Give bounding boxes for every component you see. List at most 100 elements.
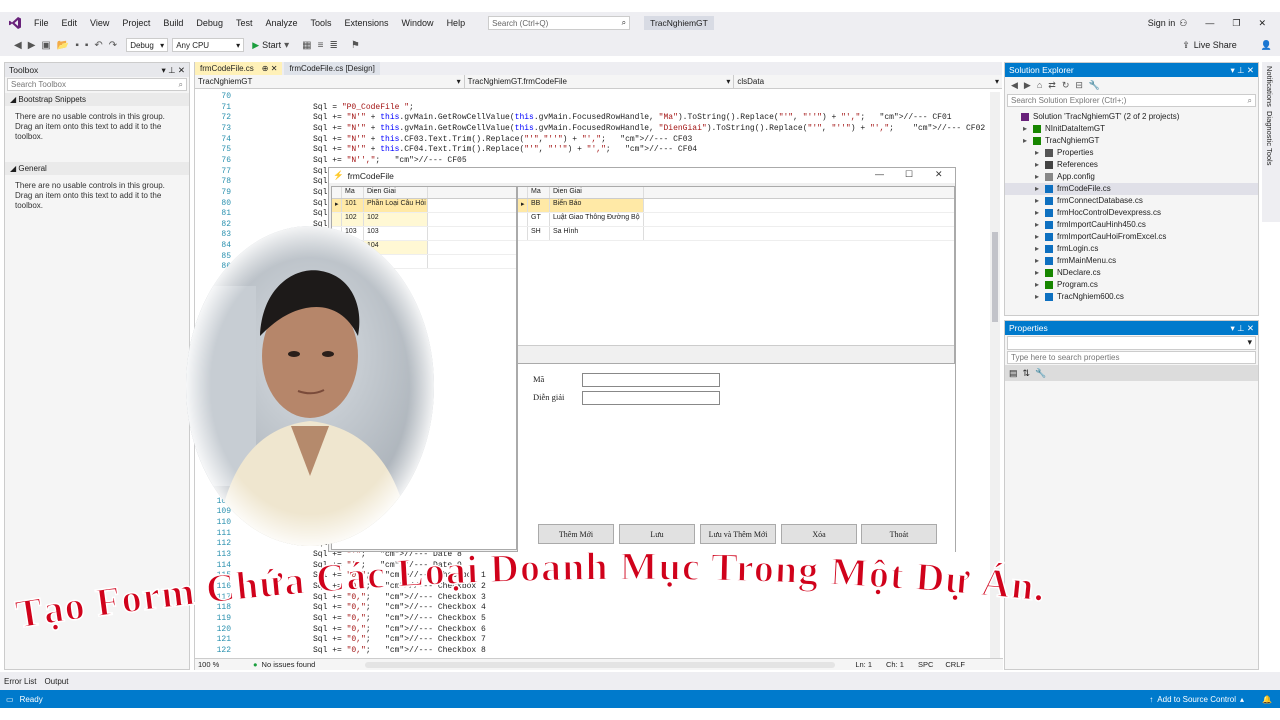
solution-item[interactable]: ▸ Properties	[1005, 147, 1258, 159]
column-header[interactable]: Dien Giai	[364, 187, 428, 198]
menu-item[interactable]: Build	[163, 18, 183, 28]
horizontal-scrollbar[interactable]	[365, 661, 836, 668]
menu-item[interactable]: Test	[236, 18, 253, 28]
menu-item[interactable]: Tools	[311, 18, 332, 28]
notification-bell-icon[interactable]: 🔔	[1262, 695, 1272, 704]
nav-class-select[interactable]: TracNghiemGT.frmCodeFile ▾	[465, 75, 735, 88]
table-row[interactable]: GT Luật Giao Thông Đường Bộ	[518, 213, 954, 227]
feedback-icon[interactable]: 👤	[1261, 40, 1272, 51]
menu-item[interactable]: Window	[402, 18, 434, 28]
new-project-icon[interactable]: ▣	[41, 40, 50, 51]
refresh-icon[interactable]: ↻	[1062, 80, 1070, 91]
expand-arrow-icon[interactable]: ▸	[1035, 231, 1045, 243]
switch-views-icon[interactable]: ⇄	[1048, 80, 1056, 91]
forward-icon[interactable]: ▶	[28, 40, 36, 51]
table-row[interactable]: ▸ BB Biển Báo	[518, 199, 954, 213]
align-center-icon[interactable]: ≣	[329, 40, 337, 51]
vertical-scrollbar[interactable]	[990, 92, 1000, 658]
solution-item[interactable]: ▸ frmLogin.cs	[1005, 243, 1258, 255]
solution-item[interactable]: ▸ frmImportCauHoiFromExcel.cs	[1005, 231, 1258, 243]
back-icon[interactable]: ◀	[14, 40, 22, 51]
table-row[interactable]: 102 102	[332, 213, 516, 227]
alphabetical-icon[interactable]: ⇅	[1023, 368, 1031, 379]
expand-arrow-icon[interactable]: ▸	[1035, 267, 1045, 279]
forward-icon[interactable]: ▶	[1024, 80, 1031, 91]
source-control-icon[interactable]: ↑	[1149, 695, 1153, 704]
expand-arrow-icon[interactable]: ▸	[1035, 195, 1045, 207]
home-icon[interactable]: ⌂	[1037, 80, 1042, 90]
toolbox-search[interactable]: Search Toolbox ⌕	[7, 78, 187, 91]
save-all-icon[interactable]: ▪	[85, 40, 89, 51]
solution-item[interactable]: ▸ frmConnectDatabase.cs	[1005, 195, 1258, 207]
tab-frmcodefile-design[interactable]: frmCodeFile.cs [Design]	[284, 62, 380, 75]
toolbox-group-bootstrap[interactable]: ◢ Bootstrap Snippets	[5, 93, 189, 106]
table-row[interactable]: ▸ 101 Phần Loại Câu Hỏi	[332, 199, 516, 213]
delete-button[interactable]: Xóa	[781, 524, 857, 544]
notifications-tab[interactable]: Notifications	[1265, 66, 1274, 107]
column-header[interactable]: Ma	[342, 187, 364, 198]
screenshot-icon[interactable]: ▦	[302, 40, 311, 51]
solution-item[interactable]: ▸ NInitDataItemGT	[1005, 123, 1258, 135]
save-and-add-button[interactable]: Lưu và Thêm Mới	[700, 524, 776, 544]
signin-link[interactable]: Sign in	[1148, 18, 1176, 28]
collapse-icon[interactable]: ⊟	[1075, 80, 1083, 91]
back-icon[interactable]: ◀	[1011, 80, 1018, 91]
pin-icon[interactable]: ⊕ ✕	[262, 64, 278, 73]
solution-item[interactable]: ▸ TracNghiem600.cs	[1005, 291, 1258, 303]
minimize-icon[interactable]: —	[1205, 18, 1214, 28]
config-select[interactable]: Debug ▾	[126, 38, 169, 52]
panel-controls-icon[interactable]: ▾ ⊥ ✕	[1230, 65, 1254, 76]
properties-search[interactable]: Type here to search properties	[1007, 351, 1256, 364]
expand-arrow-icon[interactable]: ▸	[1035, 291, 1045, 303]
issues-label[interactable]: No issues found	[262, 660, 316, 669]
menu-item[interactable]: Project	[122, 18, 150, 28]
save-icon[interactable]: ▪	[75, 40, 79, 51]
expand-arrow-icon[interactable]: ▸	[1023, 123, 1033, 135]
toolbox-group-general[interactable]: ◢ General	[5, 162, 189, 175]
expand-arrow-icon[interactable]: ▸	[1023, 135, 1033, 147]
nav-project-select[interactable]: TracNghiemGT ▾	[195, 75, 465, 88]
solution-item[interactable]: ▸ frmHocControlDevexpress.cs	[1005, 207, 1258, 219]
column-header[interactable]: Ma	[528, 187, 550, 198]
scrollbar-thumb[interactable]	[992, 232, 998, 322]
close-icon[interactable]: ✕	[935, 169, 943, 180]
solution-item[interactable]: ▸ App.config	[1005, 171, 1258, 183]
table-row[interactable]: SH Sa Hình	[518, 227, 954, 241]
object-select[interactable]: ▾	[1007, 336, 1256, 350]
expand-arrow-icon[interactable]: ▸	[1035, 171, 1045, 183]
open-icon[interactable]: 📂	[57, 40, 69, 51]
exit-button[interactable]: Thoát	[861, 524, 937, 544]
expand-arrow-icon[interactable]: ▸	[1035, 279, 1045, 291]
solution-item[interactable]: ▸ References	[1005, 159, 1258, 171]
solution-item[interactable]: Solution 'TracNghiemGT' (2 of 2 projects…	[1005, 111, 1258, 123]
zoom-select[interactable]: 100 %	[195, 660, 235, 669]
diengiai-input[interactable]	[582, 391, 720, 405]
expand-arrow-icon[interactable]: ▸	[1035, 147, 1045, 159]
right-grid[interactable]: Ma Dien Giai ▸ BB Biển Báo GT Luật Giao Thông…	[517, 186, 955, 364]
save-button[interactable]: Lưu	[619, 524, 695, 544]
start-button[interactable]: Start	[262, 40, 281, 50]
expand-arrow-icon[interactable]: ▸	[1035, 243, 1045, 255]
menu-item[interactable]: View	[90, 18, 109, 28]
nav-member-select[interactable]: clsData ▾	[734, 75, 1002, 88]
solution-item[interactable]: ▸ NDeclare.cs	[1005, 267, 1258, 279]
categorized-icon[interactable]: ▤	[1009, 368, 1018, 379]
expand-arrow-icon[interactable]: ▸	[1035, 255, 1045, 267]
undo-icon[interactable]: ↶	[94, 40, 102, 51]
platform-select[interactable]: Any CPU ▾	[172, 38, 245, 52]
menu-item[interactable]: Analyze	[265, 18, 297, 28]
property-pages-icon[interactable]: 🔧	[1035, 368, 1046, 379]
menu-item[interactable]: Debug	[196, 18, 223, 28]
solution-search[interactable]: Search Solution Explorer (Ctrl+;) ⌕	[1007, 94, 1256, 107]
menu-item[interactable]: Extensions	[345, 18, 389, 28]
chevron-up-icon[interactable]: ▴	[1240, 695, 1244, 704]
liveshare[interactable]: ⇪ Live Share 👤	[1182, 40, 1272, 51]
account-icon[interactable]: ⚇	[1179, 18, 1187, 29]
start-icon[interactable]: ▶	[252, 40, 259, 51]
solution-item[interactable]: ▸ frmCodeFile.cs	[1005, 183, 1258, 195]
expand-arrow-icon[interactable]: ▸	[1035, 159, 1045, 171]
menu-item[interactable]: Edit	[62, 18, 78, 28]
maximize-icon[interactable]: ☐	[905, 169, 913, 180]
expand-arrow-icon[interactable]: ▸	[1035, 219, 1045, 231]
properties-icon[interactable]: 🔧	[1089, 80, 1100, 91]
